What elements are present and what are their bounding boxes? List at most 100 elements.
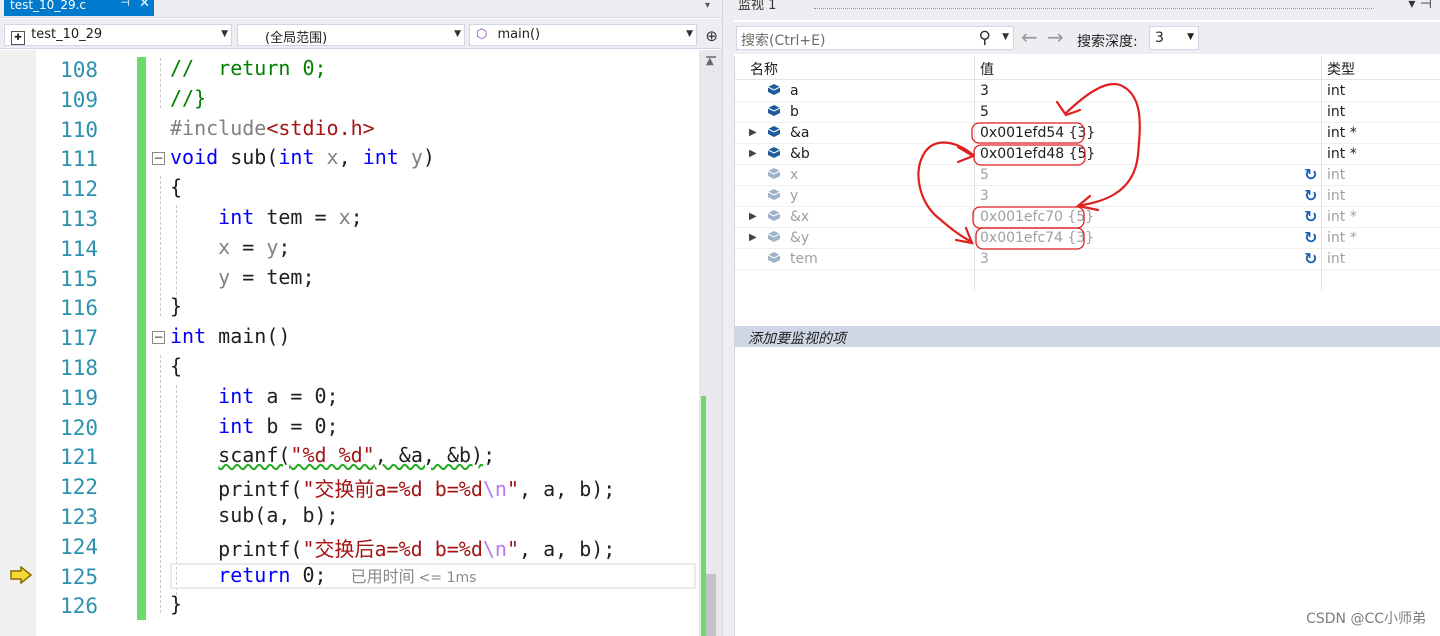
chevron-down-icon[interactable]: ▼ — [1002, 32, 1009, 42]
function-combo[interactable]: ⬡ main() ▼ — [469, 24, 697, 46]
refresh-icon[interactable]: ↻ — [1304, 249, 1317, 268]
watch-name-cell[interactable]: y — [790, 188, 798, 204]
code-line[interactable]: y = tem; — [170, 265, 314, 289]
indicator-margin[interactable] — [0, 50, 36, 636]
code-area[interactable]: − − // return 0; //} #include<stdio.h> void… — [146, 50, 698, 636]
watch-value-cell[interactable]: 5 — [980, 104, 989, 120]
watch-row[interactable]: y 3 int ↻ — [734, 186, 1440, 207]
watch-value-cell[interactable]: 0x001efc74 {3} — [980, 230, 1094, 246]
watch-row[interactable]: a 3 int — [734, 81, 1440, 102]
watch-value-cell[interactable]: 3 — [980, 251, 989, 267]
add-watch-placeholder: 添加要监视的项 — [748, 331, 846, 347]
close-icon[interactable]: ✕ — [139, 0, 150, 11]
watch-name-cell[interactable]: &b — [790, 146, 810, 162]
code-line[interactable]: x = y; — [170, 235, 290, 259]
document-tab[interactable]: test_10_29.c ⊣ ✕ — [4, 0, 154, 16]
watch-value-cell[interactable]: 0x001efd54 {3} — [980, 125, 1095, 141]
code-token: // return 0; — [170, 56, 327, 80]
code-editor[interactable]: test_10_29.c ⊣ ✕ ▾ ✚ test_10_29 ▼ (全局范围)… — [0, 0, 722, 636]
panel-splitter[interactable] — [722, 0, 734, 636]
watch-value-cell[interactable]: 3 — [980, 83, 989, 99]
column-divider[interactable] — [974, 56, 975, 291]
code-line[interactable]: void sub(int x, int y) — [170, 145, 435, 169]
indent-guide — [160, 355, 161, 613]
code-line[interactable]: printf("交换后a=%d b=%d\n", a, b); — [170, 533, 615, 562]
watch-type-cell: int * — [1327, 125, 1357, 141]
tab-overflow-icon[interactable]: ▾ — [705, 0, 710, 11]
column-divider[interactable] — [1321, 56, 1322, 291]
code-line[interactable]: int b = 0; — [170, 414, 338, 438]
fold-toggle-main[interactable]: − — [152, 331, 165, 344]
expand-icon[interactable]: ▶ — [749, 232, 757, 243]
code-line[interactable]: } — [170, 294, 182, 318]
split-window-icon[interactable]: ⊕ — [705, 27, 718, 45]
code-line[interactable]: int main() — [170, 324, 290, 348]
refresh-icon[interactable]: ↻ — [1304, 207, 1317, 226]
watch-name-cell[interactable]: &a — [790, 125, 810, 141]
title-grip — [814, 8, 1374, 9]
watch-name-cell[interactable]: tem — [790, 251, 818, 267]
code-line[interactable]: int a = 0; — [170, 384, 338, 408]
watch-name-cell[interactable]: &x — [790, 209, 809, 225]
column-header-value[interactable]: 值 — [980, 59, 994, 79]
line-number: 110 — [60, 117, 98, 142]
watch-name-cell[interactable]: &y — [790, 230, 809, 246]
watch-search-input[interactable]: 搜索(Ctrl+E) ⚲ ▼ — [736, 26, 1014, 50]
watch-value-cell[interactable]: 5 — [980, 167, 989, 183]
code-line[interactable]: //} — [170, 86, 206, 110]
watch-row[interactable]: ▶ &x 0x001efc70 {5} int * ↻ — [734, 207, 1440, 228]
project-combo[interactable]: ✚ test_10_29 ▼ — [4, 24, 232, 46]
variable-icon — [767, 104, 781, 120]
code-token: \n — [482, 536, 507, 561]
scrollbar-thumb[interactable] — [705, 574, 716, 636]
watch-row[interactable]: ▶ &b 0x001efd48 {5} int * — [734, 144, 1440, 165]
search-depth-select[interactable]: 3 ▼ — [1149, 26, 1199, 50]
watch-row[interactable]: tem 3 int ↻ — [734, 249, 1440, 270]
search-next-icon[interactable]: → — [1047, 25, 1064, 49]
code-line[interactable]: sub(a, b); — [170, 503, 338, 527]
line-number: 124 — [60, 534, 98, 559]
search-previous-icon[interactable]: ← — [1021, 25, 1038, 49]
watch-value-cell[interactable]: 0x001efd48 {5} — [980, 146, 1095, 162]
watch-name-cell[interactable]: x — [790, 167, 798, 183]
code-line[interactable]: printf("交换前a=%d b=%d\n", a, b); — [170, 473, 615, 502]
column-header-type[interactable]: 类型 — [1327, 59, 1355, 79]
function-icon: ⬡ — [476, 27, 488, 42]
pin-icon[interactable]: ⊣ — [120, 0, 130, 9]
code-line[interactable]: } — [170, 592, 182, 616]
watch-value-cell[interactable]: 3 — [980, 188, 989, 204]
code-line[interactable]: { — [170, 354, 182, 378]
chevron-down-icon: ▼ — [686, 29, 693, 39]
code-token: } — [170, 592, 183, 617]
expand-icon[interactable]: ▶ — [749, 211, 757, 222]
scope-combo[interactable]: (全局范围) ▼ — [237, 24, 465, 46]
watch-row[interactable]: x 5 int ↻ — [734, 165, 1440, 186]
watch-row[interactable]: ▶ &y 0x001efc74 {3} int * ↻ — [734, 228, 1440, 249]
add-watch-row[interactable]: 添加要监视的项 — [734, 326, 1440, 347]
code-token: printf( — [170, 477, 303, 502]
expand-icon[interactable]: ▶ — [749, 127, 757, 138]
code-line[interactable]: // return 0; — [170, 56, 327, 80]
watch-name-cell[interactable]: a — [790, 83, 799, 99]
code-token: x — [314, 145, 339, 170]
refresh-icon[interactable]: ↻ — [1304, 228, 1317, 247]
watch-row[interactable]: b 5 int — [734, 102, 1440, 123]
search-icon[interactable]: ⚲ — [979, 28, 991, 48]
variable-icon — [767, 209, 781, 225]
line-number: 113 — [60, 207, 98, 231]
watch-row[interactable]: ▶ &a 0x001efd54 {3} int * — [734, 123, 1440, 144]
fold-toggle-sub[interactable]: − — [152, 152, 165, 165]
refresh-icon[interactable]: ↻ — [1304, 165, 1317, 184]
window-controls-icon[interactable]: ▾ ⊣ — [1408, 0, 1432, 12]
code-line[interactable]: { — [170, 175, 182, 199]
refresh-icon[interactable]: ↻ — [1304, 186, 1317, 205]
expand-icon[interactable]: ▶ — [749, 148, 757, 159]
watch-value-cell[interactable]: 0x001efc70 {5} — [980, 209, 1094, 225]
code-token: , a, b); — [519, 536, 616, 561]
code-line[interactable]: scanf("%d %d", &a, &b); — [170, 443, 495, 467]
code-line[interactable]: int tem = x; — [170, 205, 363, 229]
code-line[interactable]: #include<stdio.h> — [170, 116, 375, 140]
column-header-name[interactable]: 名称 — [750, 59, 778, 79]
watch-name-cell[interactable]: b — [790, 104, 799, 120]
